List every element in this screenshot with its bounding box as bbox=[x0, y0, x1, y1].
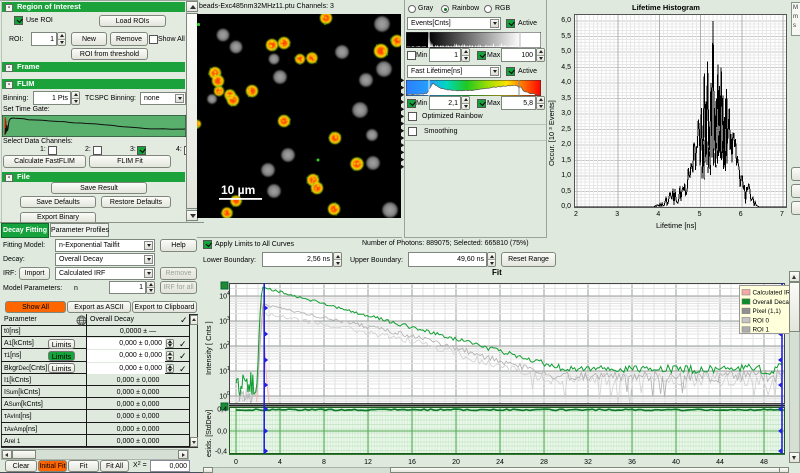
svg-text:esids. [StdDev]: esids. [StdDev] bbox=[206, 410, 213, 457]
svg-text:0: 0 bbox=[234, 459, 238, 466]
svg-text:40: 40 bbox=[672, 459, 680, 466]
svg-text:36: 36 bbox=[628, 459, 636, 466]
svg-text:10: 10 bbox=[219, 369, 227, 376]
svg-text:Overall Decay: Overall Decay bbox=[753, 299, 793, 306]
svg-text:3: 3 bbox=[227, 316, 230, 322]
svg-text:10: 10 bbox=[219, 344, 227, 351]
svg-text:10: 10 bbox=[219, 294, 227, 301]
svg-text:0: 0 bbox=[227, 391, 230, 397]
svg-text:4: 4 bbox=[278, 459, 282, 466]
svg-text:0,4: 0,4 bbox=[217, 407, 227, 414]
svg-text:10 µm: 10 µm bbox=[221, 183, 255, 197]
svg-text:1: 1 bbox=[227, 366, 230, 372]
svg-text:10: 10 bbox=[219, 319, 227, 326]
svg-text:2: 2 bbox=[227, 341, 230, 347]
svg-text:10: 10 bbox=[219, 394, 227, 401]
svg-text:48: 48 bbox=[760, 459, 768, 466]
svg-text:8: 8 bbox=[322, 459, 326, 466]
svg-text:24: 24 bbox=[496, 459, 504, 466]
svg-text:28: 28 bbox=[540, 459, 548, 466]
svg-text:44: 44 bbox=[716, 459, 724, 466]
svg-text:ROI 0: ROI 0 bbox=[753, 317, 770, 324]
svg-text:20: 20 bbox=[452, 459, 460, 466]
svg-text:16: 16 bbox=[408, 459, 416, 466]
svg-text:Pixel (1,1): Pixel (1,1) bbox=[753, 308, 781, 315]
svg-text:0,0: 0,0 bbox=[217, 429, 227, 436]
svg-text:12: 12 bbox=[364, 459, 372, 466]
svg-text:-0,4: -0,4 bbox=[215, 449, 227, 456]
svg-text:Intensity [ Cnts ]: Intensity [ Cnts ] bbox=[204, 321, 213, 375]
svg-text:32: 32 bbox=[584, 459, 592, 466]
svg-text:ROI 1: ROI 1 bbox=[753, 327, 770, 334]
svg-text:Occur. [10 ³ Events]: Occur. [10 ³ Events] bbox=[547, 100, 556, 166]
svg-text:4: 4 bbox=[227, 291, 230, 297]
